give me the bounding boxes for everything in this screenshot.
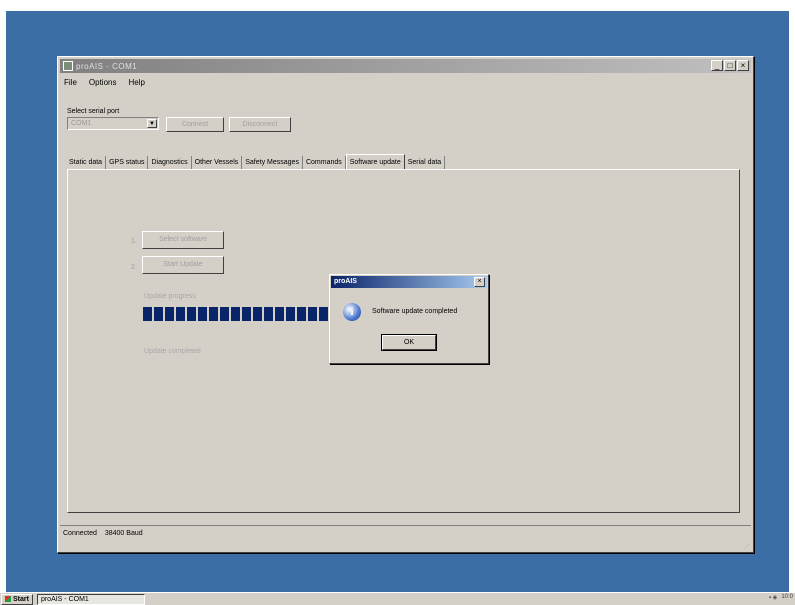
dialog-title: proAIS (334, 278, 357, 285)
tab-safety-messages[interactable]: Safety Messages (242, 156, 303, 170)
maximize-button[interactable]: □ (724, 60, 736, 71)
tab-serial-data[interactable]: Serial data (405, 156, 446, 170)
minimize-button[interactable]: _ (711, 60, 723, 71)
window-title: proAIS - COM1 (76, 61, 138, 71)
dialog-close-button[interactable]: × (474, 277, 485, 287)
select-software-button[interactable]: Select software (142, 231, 224, 249)
tray-clock: 10:0 (781, 594, 793, 600)
start-label: Start (13, 595, 29, 603)
connect-button[interactable]: Connect (166, 117, 224, 132)
progress-block (242, 307, 251, 321)
progress-block (187, 307, 196, 321)
progress-block (253, 307, 262, 321)
progress-block (220, 307, 229, 321)
progress-label: Update progress (144, 293, 196, 300)
taskbar-item-proais[interactable]: proAIS - COM1 (36, 593, 145, 605)
progress-block (198, 307, 207, 321)
windows-logo-icon (5, 596, 11, 602)
progress-block (275, 307, 284, 321)
progress-block (165, 307, 174, 321)
progress-block (231, 307, 240, 321)
serial-port-select[interactable]: COM1 ▼ (67, 117, 159, 130)
ok-button[interactable]: OK (381, 334, 437, 351)
app-icon (63, 61, 73, 71)
progress-block (319, 307, 328, 321)
close-button[interactable]: × (737, 60, 749, 71)
resize-grip-icon[interactable]: ⋰ (744, 543, 750, 550)
status-bar: Connected 38400 Baud (60, 525, 751, 540)
step-2-number: 2. (131, 264, 137, 271)
dropdown-arrow-icon[interactable]: ▼ (147, 119, 157, 128)
dialog-message: Software update completed (372, 308, 458, 315)
info-dialog: proAIS × i Software update completed OK (329, 274, 489, 364)
progress-block (297, 307, 306, 321)
dialog-title-bar[interactable]: proAIS × (331, 276, 487, 288)
menu-help[interactable]: Help (128, 78, 144, 87)
step-1-number: 1. (131, 238, 137, 245)
tab-software-update[interactable]: Software update (345, 154, 405, 170)
tab-static-data[interactable]: Static data (66, 156, 107, 170)
menu-bar: File Options Help (60, 75, 751, 89)
update-progress-bar (142, 306, 332, 322)
progress-block (143, 307, 152, 321)
tab-commands[interactable]: Commands (303, 156, 346, 170)
menu-file[interactable]: File (64, 78, 77, 87)
serial-port-label: Select serial port (67, 108, 120, 115)
update-status-text: Update completed (144, 348, 201, 355)
progress-block (209, 307, 218, 321)
connection-status: Connected (63, 529, 97, 537)
serial-port-value: COM1 (71, 120, 92, 127)
menu-options[interactable]: Options (89, 78, 117, 87)
tab-gps-status[interactable]: GPS status (106, 156, 149, 170)
progress-block (154, 307, 163, 321)
tab-strip: Static data GPS status Diagnostics Other… (66, 154, 446, 170)
system-tray: ▪ ◈ 10:0 (769, 594, 793, 604)
start-update-button[interactable]: Start Update (142, 256, 224, 274)
progress-block (286, 307, 295, 321)
disconnect-button[interactable]: Disconnect (229, 117, 291, 132)
start-button[interactable]: Start (1, 593, 33, 605)
tab-other-vessels[interactable]: Other Vessels (192, 156, 243, 170)
progress-block (308, 307, 317, 321)
title-bar[interactable]: proAIS - COM1 _ □ × (60, 59, 751, 73)
progress-block (264, 307, 273, 321)
baud-rate: 38400 Baud (104, 529, 143, 537)
taskbar: Start proAIS - COM1 ▪ ◈ 10:0 (0, 592, 795, 605)
info-icon: i (343, 303, 361, 321)
tab-diagnostics[interactable]: Diagnostics (148, 156, 192, 170)
tray-icons: ▪ ◈ (768, 595, 778, 601)
progress-block (176, 307, 185, 321)
